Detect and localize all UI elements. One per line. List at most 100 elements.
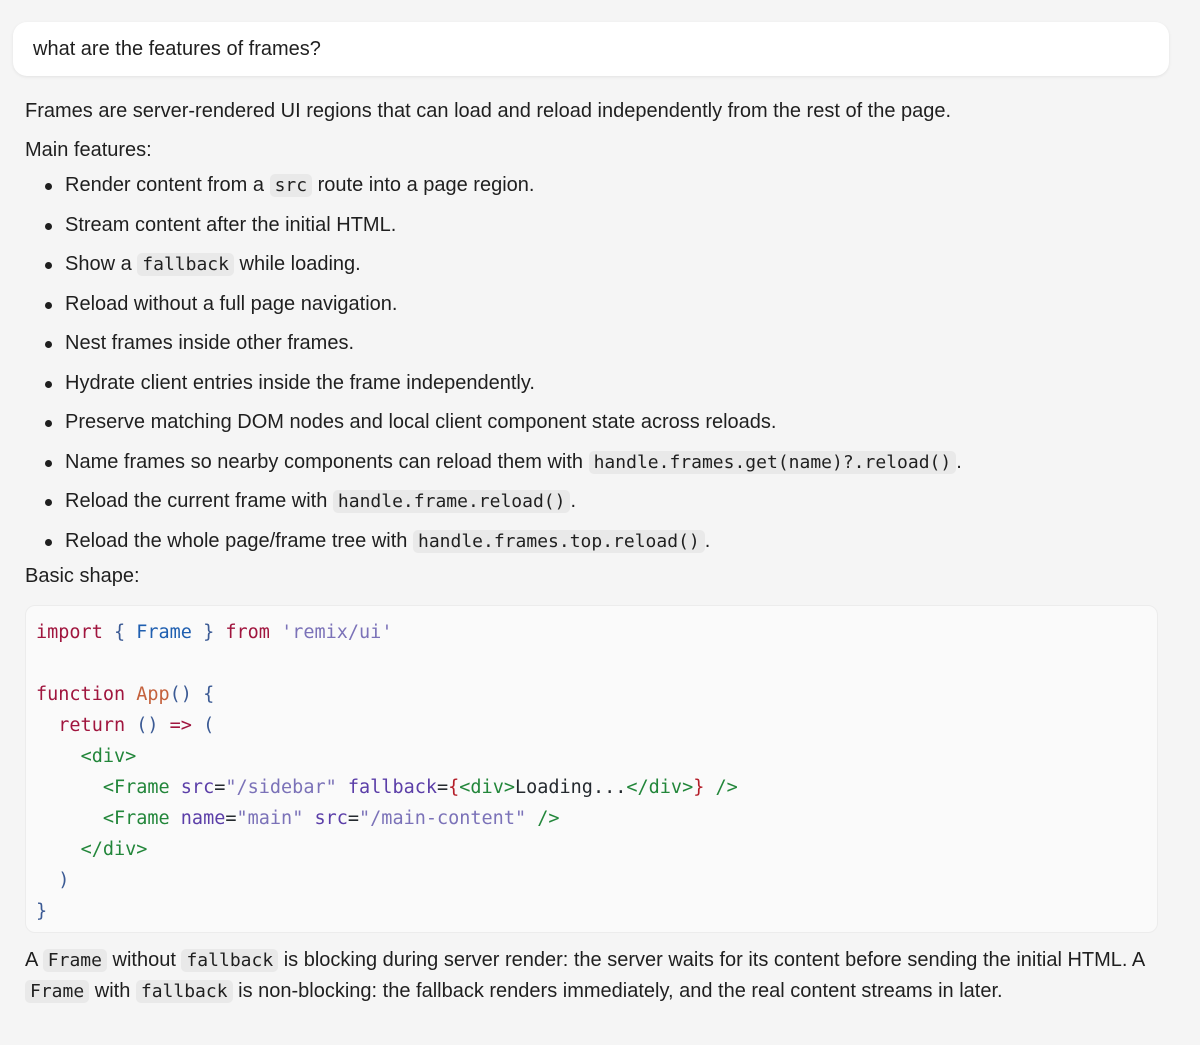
feature-item: Reload without a full page navigation. <box>25 289 1175 329</box>
answer-intro: Frames are server-rendered UI regions th… <box>25 100 952 122</box>
code-token: from <box>225 622 270 643</box>
feature-item: Preserve matching DOM nodes and local cl… <box>25 407 1175 447</box>
code-token: /> <box>526 808 560 829</box>
code-token: "main" <box>236 808 304 829</box>
code-token: } <box>191 622 226 643</box>
code-token: = <box>214 777 226 798</box>
code-token: src <box>180 777 215 798</box>
closing-text: is non-blocking: the fallback renders im… <box>232 980 1003 1002</box>
code-line: </div> <box>36 834 1147 865</box>
feature-text: . <box>956 450 962 473</box>
code-token: } <box>693 777 705 798</box>
inline-code: handle.frame.reload() <box>332 490 571 513</box>
feature-text: Preserve matching DOM nodes and local cl… <box>65 411 777 433</box>
code-token: = <box>437 777 449 798</box>
closing-paragraph: A Frame without fallback is blocking dur… <box>25 945 1175 1007</box>
inline-code: handle.frames.get(name)?.reload() <box>588 450 957 474</box>
basic-shape-heading: Basic shape: <box>25 565 140 587</box>
features-heading: Main features: <box>25 139 152 161</box>
user-message: what are the features of frames? <box>13 22 1169 76</box>
inline-code: src <box>269 174 313 197</box>
code-token: function <box>36 684 126 705</box>
code-block[interactable]: import { Frame } from 'remix/ui' function… <box>25 605 1158 933</box>
code-token: () <box>125 715 170 736</box>
code-token: import <box>36 622 103 643</box>
inline-code: fallback <box>137 253 234 276</box>
inline-code: Frame <box>25 980 90 1003</box>
inline-code: handle.frames.top.reload() <box>412 529 705 553</box>
closing-text: is blocking during server render: the se… <box>278 949 1145 971</box>
feature-item: Reload the whole page/frame tree with ha… <box>25 526 1175 566</box>
code-token: "/main-content" <box>359 808 527 829</box>
code-token: ) <box>58 870 70 891</box>
code-token: App <box>136 684 170 705</box>
feature-text: Show a <box>65 253 138 275</box>
code-token: "/sidebar" <box>225 777 337 798</box>
code-token: <Frame <box>102 808 170 829</box>
code-token: <div> <box>80 746 137 767</box>
code-token: 'remix/ui' <box>281 622 393 643</box>
code-token: ( <box>191 715 215 736</box>
feature-item: Hydrate client entries inside the frame … <box>25 368 1175 408</box>
code-token: /> <box>704 777 738 798</box>
features-list: Render content from a src route into a p… <box>25 170 1175 565</box>
code-line: function App() { <box>36 679 1147 710</box>
code-token: Frame <box>136 622 192 643</box>
code-token: } <box>36 901 48 922</box>
code-line: <Frame src="/sidebar" fallback={<div>Loa… <box>36 772 1147 803</box>
feature-text: Reload the current frame with <box>65 490 333 512</box>
feature-text: . <box>704 529 711 552</box>
code-token: <Frame <box>102 777 170 798</box>
code-token: () { <box>169 684 215 705</box>
feature-text: Render content from a <box>65 174 270 196</box>
code-token: Loading... <box>514 777 627 798</box>
feature-text: Reload without a full page navigation. <box>65 292 398 315</box>
inline-code: Frame <box>42 949 107 972</box>
feature-item: Name frames so nearby components can rel… <box>25 447 1175 487</box>
code-line: return () => ( <box>36 710 1147 741</box>
code-line: } <box>36 896 1147 927</box>
code-token: return <box>58 715 126 736</box>
code-token: fallback <box>347 777 437 798</box>
code-token: { <box>448 777 460 798</box>
feature-text: Stream content after the initial HTML. <box>65 213 397 236</box>
feature-text: while loading. <box>233 253 361 275</box>
code-line: import { Frame } from 'remix/ui' <box>36 617 1147 648</box>
user-message-text: what are the features of frames? <box>33 37 321 60</box>
code-token: { <box>102 622 137 643</box>
code-token: name <box>180 808 226 829</box>
code-token: => <box>169 715 192 736</box>
code-token: </div> <box>626 777 694 798</box>
feature-text: Reload the whole page/frame tree with <box>65 529 413 552</box>
closing-text: with <box>89 980 136 1002</box>
feature-text: Nest frames inside other frames. <box>65 332 354 354</box>
feature-item: Nest frames inside other frames. <box>25 328 1175 368</box>
code-token: = <box>347 808 360 829</box>
feature-text: Name frames so nearby components can rel… <box>65 450 589 473</box>
feature-item: Show a fallback while loading. <box>25 249 1175 289</box>
inline-code: fallback <box>181 949 279 972</box>
assistant-message: Frames are server-rendered UI regions th… <box>25 96 1175 1007</box>
feature-text: . <box>570 490 577 512</box>
code-token: src <box>314 808 348 829</box>
feature-item: Stream content after the initial HTML. <box>25 210 1175 250</box>
closing-text: A <box>25 949 43 971</box>
code-token: </div> <box>80 839 148 860</box>
feature-item: Render content from a src route into a p… <box>25 170 1175 210</box>
feature-text: Hydrate client entries inside the frame … <box>65 371 535 394</box>
chat-view: what are the features of frames? Frames … <box>0 0 1200 1045</box>
code-token: <div> <box>459 777 515 798</box>
